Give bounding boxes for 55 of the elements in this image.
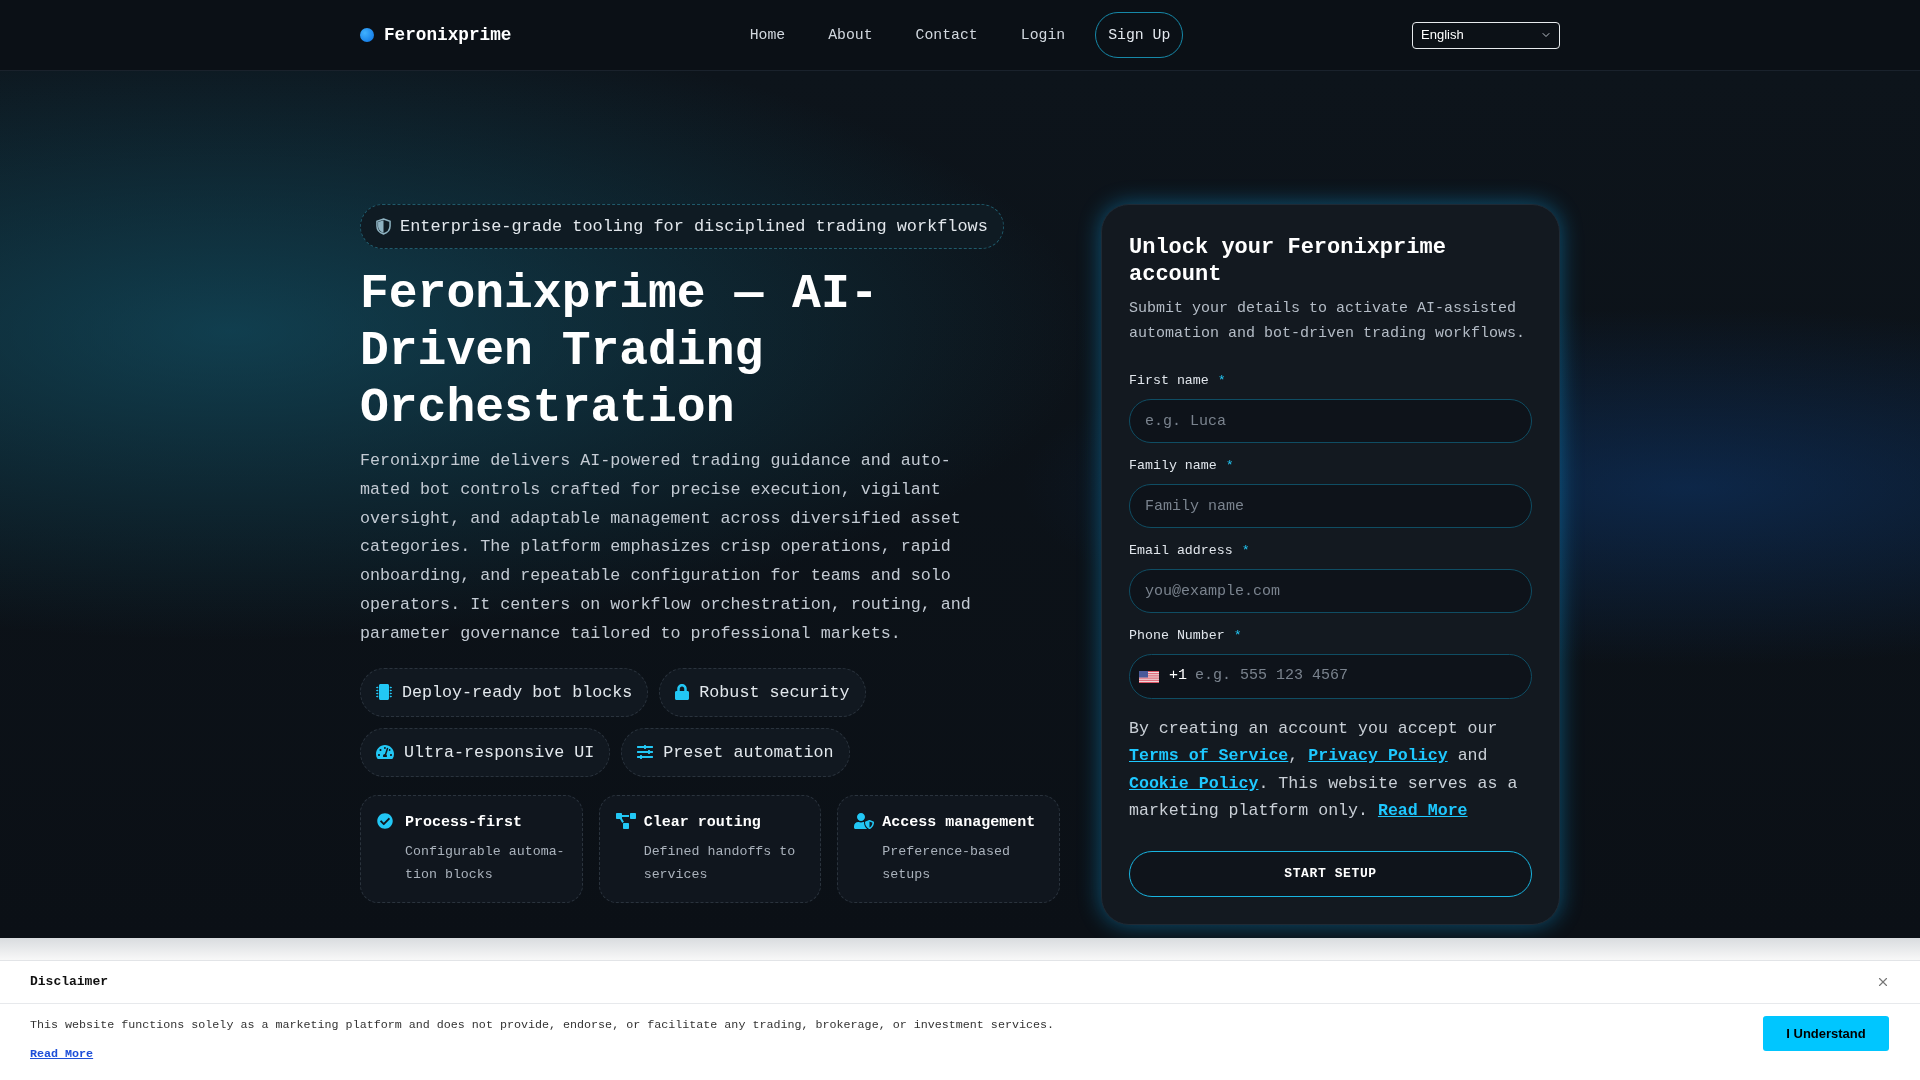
policy-link[interactable]: Cookie Policy (1129, 773, 1259, 793)
language-select[interactable]: English (1412, 21, 1560, 49)
read-more-link[interactable]: Read More (30, 1046, 94, 1062)
field-label: Phone Number (1129, 627, 1225, 645)
signup-subtitle: Submit your details to activate AI-assisted automation and bot-driven trading workflows. (1129, 299, 1527, 344)
policy-link[interactable]: Privacy Policy (1308, 746, 1448, 766)
card-title: Process-first (405, 812, 524, 833)
required-mark: * (1233, 627, 1242, 645)
hero-title: Feronixprime — AI-Driven Trading Orchestration (360, 266, 880, 437)
text-field[interactable]: Family name (1129, 484, 1532, 528)
signup-title: Unlock your Feronixprime account (1129, 234, 1447, 288)
nav-link[interactable]: Home (736, 11, 799, 59)
required-mark: * (1225, 457, 1234, 475)
gauge-icon (376, 744, 394, 761)
close-button[interactable] (1876, 975, 1890, 989)
hero-description: Feronixprime delivers AI-powered trading guidance and auto-mated bot controls crafted for precise execution, vigilant oversight, and adaptable management across diversified asset categories. The platform emphasizes crisp operations, rapid onboarding, and repeatable configuration for teams and solo operators. It centers on workflow orchestration, routing, and parameter governance tailored to professional markets. (360, 450, 972, 645)
card-title: Access management (882, 812, 1037, 833)
disclaimer-title: Disclaimer (30, 973, 108, 992)
nav-link[interactable]: Contact (902, 11, 991, 59)
start-setup-button[interactable]: START SETUP (1129, 851, 1532, 898)
card-description: Preference-based setups (882, 842, 1011, 884)
padlock-icon (675, 684, 690, 701)
consent-text: By creating an account you accept our Terms of Service, Privacy Policy and Cookie Policy. This website serves as a marketing platform only. Read More (1129, 718, 1519, 822)
field-label: Email address (1129, 542, 1233, 560)
shield-icon (376, 218, 391, 235)
field-label: First name (1129, 372, 1209, 390)
policy-link[interactable]: Terms of Service (1129, 746, 1289, 766)
brand-link[interactable]: Feronixprime (360, 21, 512, 49)
policy-link[interactable]: Read More (1377, 800, 1468, 820)
disclaimer-text: This website functions solely as a marketing platform and does not provide, endorse, or facilitate any trading, brokerage, or investment services. (30, 1017, 1054, 1034)
badge-text: Enterprise-grade tooling for disciplined trading workflows (400, 215, 988, 238)
phone-field[interactable]: +1 e.g. 555 123 4567 (1129, 654, 1532, 699)
phone-number-input[interactable]: e.g. 555 123 4567 (1195, 665, 1516, 688)
text-field[interactable]: e.g. Luca (1129, 399, 1532, 443)
nav-link[interactable]: About (815, 11, 886, 59)
country-code: +1 (1169, 666, 1187, 687)
sliders-icon (637, 744, 654, 761)
understand-button[interactable]: I Understand (1763, 1016, 1889, 1051)
card-description: Configurable automa-tion blocks (405, 842, 566, 884)
microchip-icon (376, 684, 392, 701)
nodes-icon (615, 812, 636, 829)
flag-icon (1139, 670, 1159, 683)
nav-link[interactable]: Login (1007, 11, 1079, 59)
feature-label: Deploy-ready bot blocks (402, 681, 633, 704)
feature-label: Ultra-responsive UI (404, 741, 595, 764)
field-label: Family name (1129, 457, 1217, 475)
email-field[interactable]: you@example.com (1129, 569, 1532, 613)
user-shield-icon (854, 812, 875, 829)
required-mark: * (1217, 372, 1226, 390)
card-description: Defined handoffs to services (643, 842, 797, 884)
required-mark: * (1241, 542, 1250, 560)
feature-label: Preset automation (663, 741, 834, 764)
card-title: Clear routing (643, 812, 762, 833)
close-icon (1876, 975, 1890, 989)
feature-label: Robust security (699, 681, 850, 704)
